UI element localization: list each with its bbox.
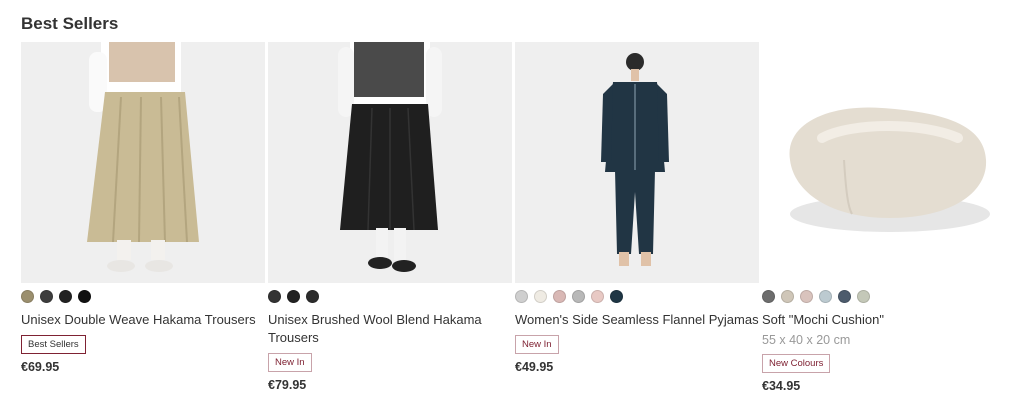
color-swatch-light-grey[interactable] [515,290,528,303]
color-swatch-beige[interactable] [781,290,794,303]
product-name[interactable]: Women's Side Seamless Flannel Pyjamas [515,311,759,329]
product-image[interactable] [268,42,512,283]
color-swatch-light-pink[interactable] [591,290,604,303]
status-badge: New In [515,335,559,354]
color-swatch-charcoal[interactable] [268,290,281,303]
color-swatch-black[interactable] [59,290,72,303]
color-swatch-dark-grey[interactable] [306,290,319,303]
color-swatches [21,290,265,303]
product-name[interactable]: Unisex Double Weave Hakama Trousers [21,311,265,329]
color-swatch-pink[interactable] [800,290,813,303]
product-dimensions: 55 x 40 x 20 cm [762,333,851,347]
product-name[interactable]: Unisex Brushed Wool Blend Hakama Trouser… [268,311,512,347]
mochi-cushion-image [762,42,1006,283]
hakama-trousers-image [21,42,265,283]
product-card[interactable]: Soft "Mochi Cushion" 55 x 40 x 20 cm New… [762,42,1006,393]
product-card[interactable]: Women's Side Seamless Flannel Pyjamas Ne… [515,42,759,374]
product-price: €79.95 [268,378,307,392]
product-image[interactable] [762,42,1006,283]
section-title: Best Sellers [21,14,119,33]
product-image[interactable] [21,42,265,283]
color-swatch-dark-grey[interactable] [762,290,775,303]
product-image[interactable] [515,42,759,283]
product-name[interactable]: Soft "Mochi Cushion" [762,311,1006,329]
color-swatch-black[interactable] [78,290,91,303]
color-swatch-pink-check[interactable] [553,290,566,303]
color-swatch-dark-grey[interactable] [40,290,53,303]
product-price: €34.95 [762,379,801,393]
wool-hakama-image [268,42,512,283]
color-swatches [268,290,512,303]
color-swatches [762,290,1006,303]
product-price: €49.95 [515,360,554,374]
color-swatch-navy[interactable] [610,290,623,303]
product-card[interactable]: Unisex Brushed Wool Blend Hakama Trouser… [268,42,512,392]
color-swatch-light-blue[interactable] [819,290,832,303]
status-badge: New In [268,353,312,372]
color-swatch-sage[interactable] [857,290,870,303]
product-price: €69.95 [21,360,60,374]
color-swatch-beige[interactable] [21,290,34,303]
color-swatches [515,290,759,303]
color-swatch-black[interactable] [287,290,300,303]
best-sellers-section: Best Sellers Unisex Double Weave Hakama … [0,0,1027,400]
color-swatch-grey-check[interactable] [572,290,585,303]
status-badge: New Colours [762,354,831,373]
color-swatch-off-white[interactable] [534,290,547,303]
product-card[interactable]: Unisex Double Weave Hakama Trousers Best… [21,42,265,374]
color-swatch-navy[interactable] [838,290,851,303]
status-badge: Best Sellers [21,335,86,354]
flannel-pyjamas-image [515,42,759,283]
